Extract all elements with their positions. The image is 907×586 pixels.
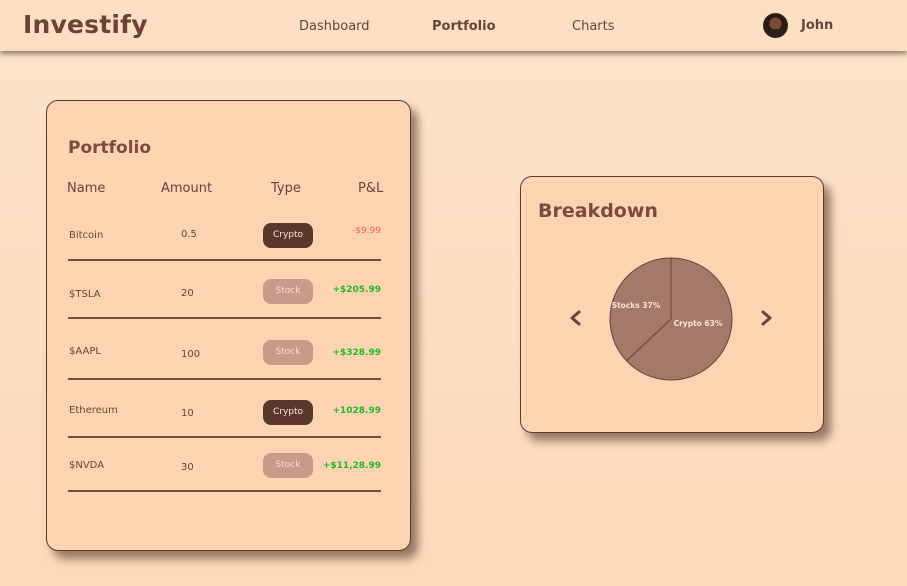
type-badge[interactable]: Stock bbox=[263, 453, 313, 478]
row-divider bbox=[68, 490, 381, 492]
top-navbar: Investify Dashboard Portfolio Charts Joh… bbox=[0, 0, 907, 51]
pnl-value: +$328.99 bbox=[332, 348, 381, 358]
user-name[interactable]: John bbox=[801, 18, 833, 33]
pie-label-stocks: Stocks 37% bbox=[612, 301, 661, 310]
portfolio-title: Portfolio bbox=[68, 138, 152, 158]
asset-name: $AAPL bbox=[69, 346, 101, 357]
portfolio-card: Portfolio Name Amount Type P&L Bitcoin 0… bbox=[46, 100, 411, 551]
asset-amount: 20 bbox=[181, 288, 194, 299]
chevron-right-icon[interactable] bbox=[758, 310, 774, 326]
table-row[interactable]: Bitcoin 0.5 Crypto -$9.99 bbox=[68, 222, 381, 262]
brand-logo[interactable]: Investify bbox=[23, 10, 148, 39]
asset-amount: 100 bbox=[181, 349, 201, 360]
asset-amount: 0.5 bbox=[181, 229, 197, 240]
row-divider bbox=[68, 259, 381, 261]
column-header-type: Type bbox=[271, 181, 301, 196]
breakdown-card: Breakdown Stocks 37% Crypto 63% bbox=[520, 176, 824, 433]
pnl-value: -$9.99 bbox=[351, 226, 381, 236]
asset-amount: 10 bbox=[181, 408, 194, 419]
type-badge[interactable]: Crypto bbox=[263, 400, 313, 425]
pie-chart-svg: Stocks 37% Crypto 63% bbox=[609, 257, 733, 381]
nav-charts[interactable]: Charts bbox=[572, 19, 615, 34]
table-row[interactable]: $NVDA 30 Stock +$11,28.99 bbox=[68, 452, 381, 492]
row-divider bbox=[68, 378, 381, 380]
column-header-amount: Amount bbox=[161, 181, 213, 196]
column-header-name: Name bbox=[67, 181, 106, 196]
pnl-value: +$205.99 bbox=[332, 285, 381, 295]
table-row[interactable]: $AAPL 100 Stock +$328.99 bbox=[68, 339, 381, 379]
nav-dashboard[interactable]: Dashboard bbox=[299, 19, 370, 34]
row-divider bbox=[68, 436, 381, 438]
user-avatar[interactable] bbox=[763, 13, 788, 38]
pnl-value: +1028.99 bbox=[332, 406, 381, 416]
breakdown-title: Breakdown bbox=[538, 200, 658, 222]
chevron-left-icon[interactable] bbox=[568, 310, 584, 326]
pnl-value: +$11,28.99 bbox=[322, 461, 381, 471]
pie-chart: Stocks 37% Crypto 63% bbox=[607, 257, 735, 381]
type-badge[interactable]: Stock bbox=[263, 279, 313, 304]
type-badge[interactable]: Crypto bbox=[263, 223, 313, 248]
asset-name: $NVDA bbox=[69, 460, 105, 471]
asset-amount: 30 bbox=[181, 462, 194, 473]
table-row[interactable]: $TSLA 20 Stock +$205.99 bbox=[68, 278, 381, 318]
asset-name: Bitcoin bbox=[69, 230, 104, 241]
row-divider bbox=[68, 317, 381, 319]
type-badge[interactable]: Stock bbox=[263, 340, 313, 365]
column-header-pnl: P&L bbox=[358, 181, 384, 196]
asset-name: Ethereum bbox=[69, 405, 118, 416]
nav-portfolio[interactable]: Portfolio bbox=[432, 19, 496, 34]
pie-label-crypto: Crypto 63% bbox=[674, 319, 723, 328]
asset-name: $TSLA bbox=[69, 289, 101, 300]
table-row[interactable]: Ethereum 10 Crypto +1028.99 bbox=[68, 399, 381, 439]
